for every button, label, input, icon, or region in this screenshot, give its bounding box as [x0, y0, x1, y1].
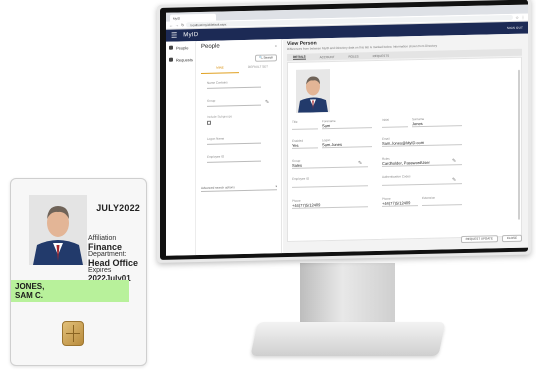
sign-out-button[interactable]: SIGN OUT [507, 26, 523, 30]
monitor-stand-base [250, 322, 446, 356]
tab-default-set[interactable]: DEFAULT SET [239, 64, 277, 73]
edit-roles-icon[interactable]: ✎ [452, 158, 456, 164]
screen: MyID ← → ↻ localhost/myid/default.aspx ☆… [166, 4, 528, 256]
mobile-field[interactable] [382, 205, 418, 207]
forename-field[interactable] [322, 127, 372, 130]
monitor-bezel: MyID ← → ↻ localhost/myid/default.aspx ☆… [160, 0, 528, 260]
tab-account[interactable]: ACCOUNT [320, 54, 335, 58]
people-panel-tabs: MINE DEFAULT SET [201, 64, 277, 75]
app-body: People Requests People × 🔍 Search MINE D… [166, 33, 528, 256]
affiliation-label: Affiliation [88, 235, 117, 242]
cardholder-surname: JONES, [15, 282, 45, 291]
group-field[interactable] [292, 166, 368, 169]
people-search-panel: People × 🔍 Search MINE DEFAULT SET Name … [197, 39, 282, 256]
monitor: MyID ← → ↻ localhost/myid/default.aspx ☆… [157, 0, 531, 263]
edit-group-icon[interactable]: ✎ [358, 160, 362, 166]
advanced-search-dropdown[interactable]: Advanced search options ▾ [201, 184, 277, 193]
department-label: Department: [88, 251, 127, 258]
initial-label: Initial [382, 117, 390, 122]
close-button[interactable]: CLOSE [501, 234, 522, 243]
expires-label: Expires [88, 267, 112, 274]
request-update-button[interactable]: REQUEST UPDATE [460, 235, 498, 244]
search-button-label: Search [263, 55, 274, 60]
include-subgroups-checkbox[interactable] [207, 120, 211, 125]
menu-icon[interactable]: ☰ [171, 32, 177, 40]
logon-field[interactable] [322, 146, 372, 149]
group-field[interactable]: Group [207, 97, 261, 107]
details-scrollbar[interactable] [518, 69, 520, 220]
left-navigation: People Requests [166, 41, 196, 256]
app-title: MyID [183, 32, 199, 39]
extension-label: Extension [422, 195, 436, 200]
employee-id-field[interactable]: Employee ID [207, 153, 261, 163]
cardholder-forename: SAM C. [15, 291, 43, 300]
people-panel-title: People [201, 43, 220, 51]
view-person-footer: REQUEST UPDATE CLOSE [460, 234, 522, 244]
browser-tab[interactable]: MyID [170, 13, 216, 22]
nav-item-people[interactable]: People [166, 41, 195, 54]
employee-id-label: Employee ID [292, 176, 310, 181]
edit-icon[interactable]: ✎ [265, 99, 269, 105]
cardholder-name: JONES, SAM C. [11, 280, 129, 302]
initial-field[interactable] [382, 126, 408, 128]
back-icon[interactable]: ← [169, 23, 173, 28]
enabled-field[interactable] [292, 147, 318, 149]
surname-field[interactable] [412, 125, 462, 128]
id-card: JULY2022 Affiliation Finance Department:… [10, 178, 147, 366]
chevron-down-icon: ▾ [275, 184, 277, 189]
tab-requests[interactable]: REQUESTS [373, 53, 390, 57]
employee-id-field[interactable] [292, 185, 368, 188]
edit-auth-icon[interactable]: ✎ [452, 177, 456, 183]
title-field[interactable] [292, 128, 318, 130]
auth-codes-field[interactable] [382, 183, 462, 186]
scene: JULY2022 Affiliation Finance Department:… [0, 0, 536, 370]
nav-item-label: Requests [176, 56, 193, 63]
forward-icon[interactable]: → [175, 23, 179, 28]
person-details-card: Title Forename Sam Initial Surname Jones [287, 56, 522, 243]
reload-icon[interactable]: ↻ [181, 22, 184, 27]
tab-details[interactable]: DETAILS [293, 54, 306, 60]
person-photo [296, 69, 330, 113]
cardholder-photo [29, 195, 87, 265]
tab-roles[interactable]: ROLES [348, 54, 358, 58]
smartcard-chip-icon [62, 321, 84, 346]
browser-menu-icon[interactable]: ⋮ [521, 15, 525, 20]
close-icon[interactable]: × [275, 43, 277, 48]
monitor-stand-neck [300, 263, 395, 325]
requests-icon [169, 57, 173, 62]
title-label: Title [292, 119, 298, 124]
card-issue-date: JULY2022 [96, 203, 140, 213]
star-icon[interactable]: ☆ [515, 15, 519, 20]
nav-item-requests[interactable]: Requests [166, 53, 195, 66]
people-panel-header: People × [197, 39, 281, 53]
logon-name-field[interactable]: Logon Name [207, 135, 261, 145]
include-subgroups-label: Include Subgroups [207, 114, 233, 119]
tab-mine[interactable]: MINE [201, 65, 239, 75]
extension-field[interactable] [422, 204, 462, 206]
auth-codes-label: Authentication Codes [382, 174, 411, 179]
name-contains-field[interactable]: Name Contains [207, 79, 261, 89]
view-person-panel: View Person Differences from between MyI… [283, 33, 528, 254]
search-button[interactable]: 🔍 Search [255, 54, 277, 62]
nav-item-label: People [176, 44, 189, 51]
person-icon [169, 45, 173, 50]
advanced-search-label: Advanced search options [201, 185, 235, 191]
